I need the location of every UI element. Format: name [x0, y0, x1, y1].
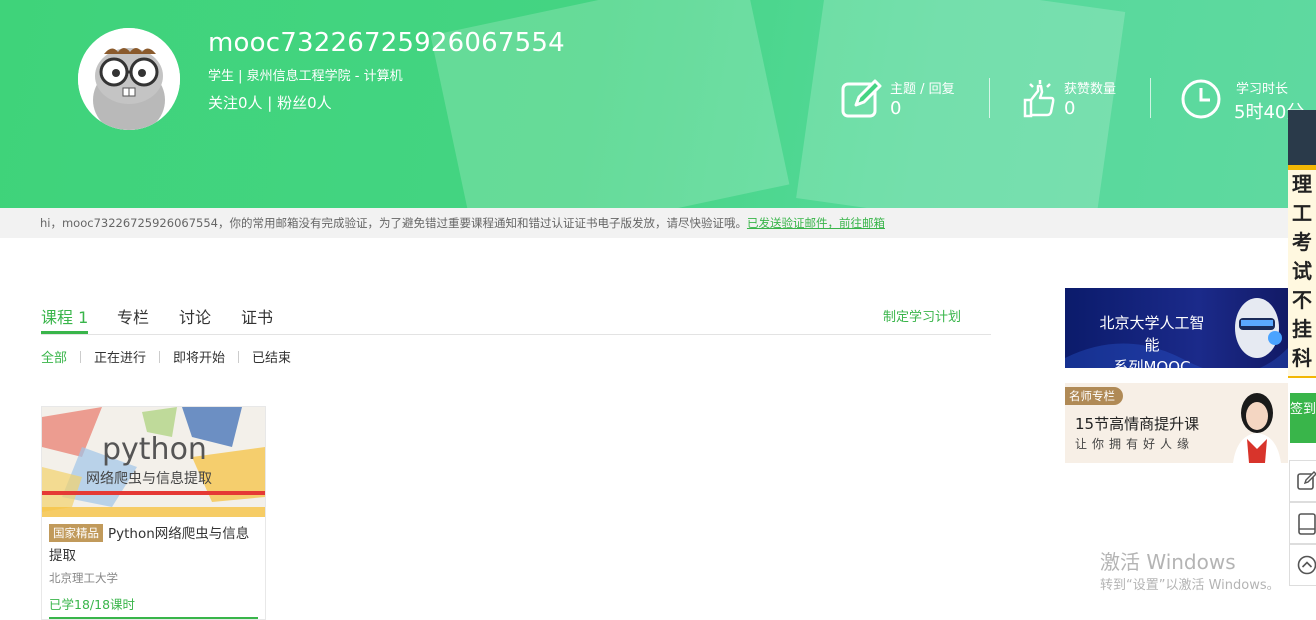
stat-topics-label: 主题 / 回复: [890, 82, 955, 97]
stat-likes-value: 0: [1064, 98, 1076, 119]
email-verify-notice: hi，mooc73226725926067554，你的常用邮箱没有完成验证，为了…: [0, 208, 1316, 238]
stat-likes-label: 获赞数量: [1064, 82, 1117, 97]
course-badge: 国家精品: [49, 524, 103, 542]
filter-divider: [80, 351, 82, 363]
stat-divider: [989, 78, 990, 118]
active-tab-indicator: [41, 331, 88, 334]
username: mooc73226725926067554: [208, 28, 565, 58]
edit-icon: [1297, 471, 1316, 490]
ad-pku-ai-text: 北京大学人工智能 系列MOOC: [1093, 312, 1211, 368]
filter-ongoing[interactable]: 正在进行: [94, 347, 146, 366]
goto-mailbox-link[interactable]: 已发送验证邮件，前往邮箱: [747, 216, 885, 230]
edit-icon: [841, 79, 882, 118]
filter-divider: [159, 351, 161, 363]
clock-icon: [1181, 79, 1221, 119]
course-school: 北京理工大学: [49, 571, 118, 585]
side-ad-portrait: [1288, 110, 1316, 165]
side-edit-button[interactable]: [1289, 460, 1316, 502]
profile-tabs: 课程 1 专栏 讨论 证书 制定学习计划: [41, 300, 991, 335]
side-app-button[interactable]: [1289, 502, 1316, 544]
back-to-top-icon: [1297, 555, 1316, 575]
mobile-app-icon: [1298, 513, 1316, 535]
user-info: 学生 | 泉州信息工程学院 - 计算机: [208, 69, 403, 84]
ad-eq-teacher-photo: [1233, 393, 1281, 463]
stat-topics-value: 0: [890, 98, 902, 119]
course-thumbnail[interactable]: python 网络爬虫与信息提取: [42, 407, 265, 517]
study-plan-link[interactable]: 制定学习计划: [883, 306, 961, 325]
stat-study-time-label: 学习时长: [1236, 82, 1289, 97]
follow-counts[interactable]: 关注0人 | 粉丝0人: [208, 92, 332, 113]
side-ad-strip[interactable]: 理工考试不挂科: [1288, 110, 1316, 378]
profile-header: mooc73226725926067554 学生 | 泉州信息工程学院 - 计算…: [0, 0, 1316, 208]
filter-divider: [238, 351, 240, 363]
course-progress-text: 已学18/18课时: [49, 597, 136, 612]
course-card[interactable]: python 网络爬虫与信息提取 国家精品 Python网络爬虫与信息提取 北京理…: [41, 406, 266, 620]
course-filters: 全部 正在进行 即将开始 已结束: [41, 347, 291, 366]
filter-upcoming[interactable]: 即将开始: [173, 347, 225, 366]
course-cover-title: python: [102, 432, 207, 467]
signin-button[interactable]: 签到: [1290, 393, 1316, 443]
side-ad-text: 理工考试不挂科: [1288, 170, 1316, 376]
stat-divider: [1150, 78, 1151, 118]
tab-columns[interactable]: 专栏: [117, 304, 149, 328]
avatar[interactable]: [78, 28, 180, 130]
ad-pku-ai-line1: 北京大学人工智能: [1099, 314, 1205, 354]
course-title[interactable]: 国家精品 Python网络爬虫与信息提取: [49, 523, 261, 567]
notice-text: hi，mooc73226725926067554，你的常用邮箱没有完成验证，为了…: [40, 216, 747, 230]
ad-eq-badge: 名师专栏: [1065, 387, 1123, 405]
filter-all[interactable]: 全部: [41, 347, 67, 366]
ad-pku-ai-line2: 系列MOOC: [1113, 358, 1191, 368]
filter-ended[interactable]: 已结束: [252, 347, 291, 366]
windows-activation-subtitle: 转到“设置”以激活 Windows。: [1100, 578, 1280, 593]
side-top-button[interactable]: [1289, 544, 1316, 586]
avatar-mascot-icon: [78, 28, 180, 130]
ad-eq-course[interactable]: 名师专栏 15节高情商提升课 让你拥有好人缘: [1065, 383, 1288, 463]
course-cover-subtitle: 网络爬虫与信息提取: [86, 470, 212, 487]
tab-discussions[interactable]: 讨论: [179, 304, 211, 328]
ad-eq-title: 15节高情商提升课: [1075, 415, 1200, 433]
ad-pku-ai-mooc[interactable]: 北京大学人工智能 系列MOOC: [1065, 288, 1288, 368]
ad-eq-subtitle: 让你拥有好人缘: [1075, 437, 1195, 451]
thumbs-up-icon: [1023, 80, 1055, 118]
windows-activation-title: 激活 Windows: [1100, 550, 1236, 574]
tab-courses[interactable]: 课程 1: [41, 304, 88, 328]
page: mooc73226725926067554 学生 | 泉州信息工程学院 - 计算…: [0, 0, 1316, 620]
course-cover-image: python 网络爬虫与信息提取: [42, 407, 265, 517]
tab-certificates[interactable]: 证书: [241, 304, 273, 328]
